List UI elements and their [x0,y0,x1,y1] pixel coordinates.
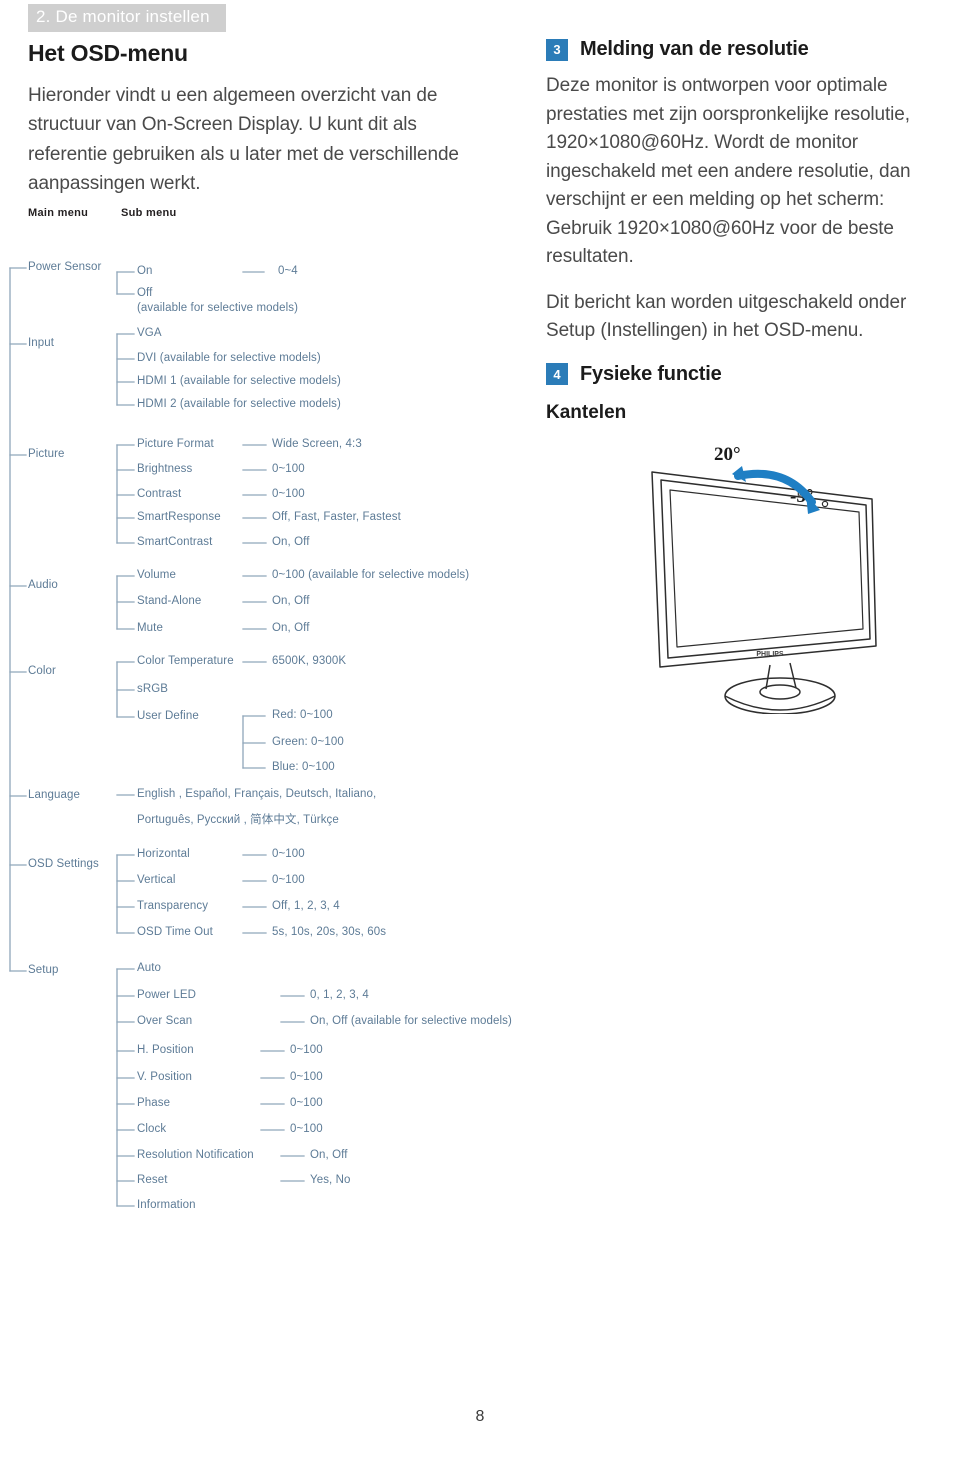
tree-main-item: Language [28,789,80,801]
monitor-drawing: PHILIPS [651,466,877,714]
tree-sub-item: H. Position [137,1044,194,1056]
tree-sub-item: HDMI 1 (available for selective models) [137,375,341,387]
page-number: 8 [475,1408,485,1425]
tree-value: 5s, 10s, 20s, 30s, 60s [272,926,387,938]
tree-language-line: English , Español, Français, Deutsch, It… [137,788,377,800]
tree-sub-item: Power LED [137,989,197,1001]
section-3-title: Melding van de resolutie [580,38,809,60]
tree-sub-item: DVI (available for selective models) [137,352,321,364]
monitor-base-shadow [724,695,836,711]
tree-sub-item: Information [137,1199,196,1211]
tree-sub-item: Over Scan [137,1015,193,1027]
tree-sub-item: On [137,265,153,277]
tree-value: 6500K, 9300K [272,655,347,667]
tree-value: Off, Fast, Faster, Fastest [272,511,401,523]
section-number-badge: 4 [546,363,568,385]
tree-value: On, Off (available for selective models) [310,1015,512,1027]
tree-sub-item: Phase [137,1097,171,1109]
tree-value: 0~4 [278,265,298,277]
tree-value: On, Off [272,536,310,548]
tree-value: 0~100 [272,874,305,886]
tree-sub-item: Volume [137,569,176,581]
tree-value: 0~100 [290,1071,323,1083]
tree-sub-item: Picture Format [137,438,214,450]
resolution-paragraph-1: Deze monitor is ontworpen voor optimale … [546,75,911,267]
tree-value: 0~100 [290,1123,323,1135]
tree-language-line: Português, Русский , 简体中文, Türkçe [137,814,339,826]
tree-sub-item: Off [137,287,153,299]
tree-main-item: Power Sensor [28,261,102,273]
tree-main-item: Audio [28,579,58,591]
section-4-heading: 4 Fysieke functie [546,363,941,386]
tree-value: Green: 0~100 [272,736,344,748]
monitor-tilt-illustration: 20° -5° PHILIPS [620,424,960,714]
tree-sub-item: Color Temperature [137,655,234,667]
section-number-badge: 3 [546,38,568,61]
tree-main-item: Input [28,337,55,349]
tree-value: On, Off [272,595,310,607]
tree-sub-item: V. Position [137,1071,193,1083]
tree-value: Wide Screen, 4:3 [272,438,362,450]
section-4-title: Fysieke functie [580,362,722,385]
tree-value: 0~100 [290,1044,323,1056]
tilt-subheading: Kantelen [546,401,627,423]
tree-sub-item: SmartResponse [137,511,221,523]
tree-sub-item: Resolution Notification [137,1149,254,1161]
tree-value: 0~100 [272,463,305,475]
tree-sub-item: Horizontal [137,848,190,860]
monitor-base [724,677,836,714]
tree-sub-item: User Define [137,710,199,722]
tree-value: Red: 0~100 [272,709,333,721]
monitor-screen [669,489,864,648]
tree-sub-item: HDMI 2 (available for selective models) [137,398,341,410]
tree-main-item: Picture [28,448,65,460]
tree-sub-item: Transparency [137,900,209,912]
tree-sub-item: VGA [137,327,162,339]
tree-sub-item: Mute [137,622,163,634]
resolution-paragraph-2: Dit bericht kan worden uitgeschakeld ond… [546,291,907,342]
tree-main-item: OSD Settings [28,858,99,870]
tree-sub-item: Clock [137,1123,167,1135]
tree-sub-item: Auto [137,962,162,974]
tree-value: 0~100 (available for selective models) [272,569,470,581]
tree-value: 0~100 [272,488,305,500]
tree-value: 0, 1, 2, 3, 4 [310,989,369,1001]
tree-sub-item: sRGB [137,683,169,695]
tree-sub-item: Reset [137,1174,168,1186]
monitor-neck-collar [759,684,801,700]
tree-sub-item: Contrast [137,488,182,500]
tree-main-item: Color [28,665,56,677]
tree-value: 0~100 [290,1097,323,1109]
tree-value: Blue: 0~100 [272,761,335,773]
right-column: 3 Melding van de resolutie Deze monitor … [546,38,941,424]
tree-value: On, Off [272,622,310,634]
power-indicator-dot [821,500,829,508]
osd-menu-tree: Power Sensor Input Picture Audio Color Langua… [0,0,560,1260]
section-3-heading: 3 Melding van de resolutie [546,38,941,61]
tree-sub-item: SmartContrast [137,536,213,548]
philips-logo-text: PHILIPS [756,651,784,658]
tree-value: Off, 1, 2, 3, 4 [272,900,340,912]
tree-sub-item: Stand-Alone [137,595,202,607]
tree-sub-item: Brightness [137,463,193,475]
tree-value: On, Off [310,1149,348,1161]
tree-value: 0~100 [272,848,305,860]
tree-sub-item: Vertical [137,874,176,886]
tree-main-item: Setup [28,964,59,976]
tree-sub-item: OSD Time Out [137,926,213,938]
tree-value: Yes, No [310,1174,351,1186]
tree-note: (available for selective models) [137,302,299,314]
